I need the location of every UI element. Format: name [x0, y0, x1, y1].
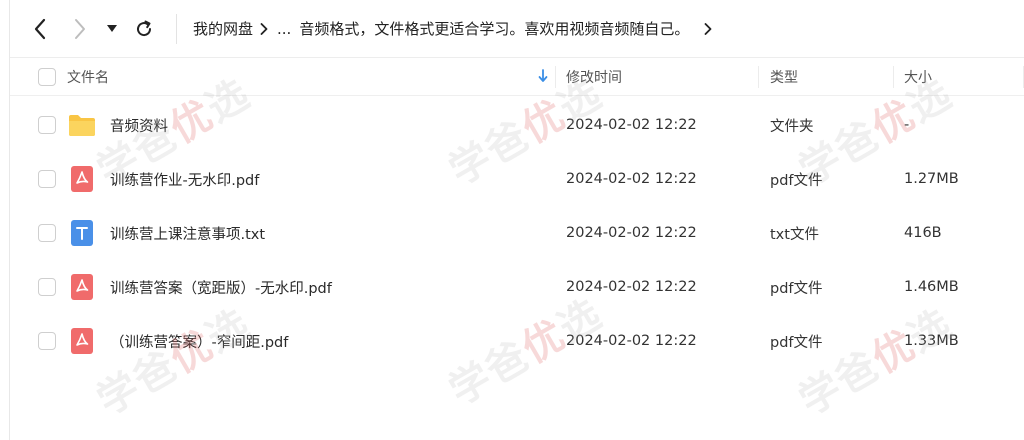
column-header-size-label: 大小	[904, 69, 932, 86]
breadcrumb-chevron-icon	[253, 22, 275, 35]
column-header-name-label: 文件名	[67, 69, 109, 86]
file-size: 416B	[904, 225, 942, 241]
pdf-icon	[68, 327, 96, 355]
file-name: 训练营上课注意事项.txt	[110, 226, 266, 243]
pdf-icon	[68, 165, 96, 193]
breadcrumb-root[interactable]: 我的网盘	[193, 18, 253, 39]
column-header-modified[interactable]: 修改时间	[556, 58, 759, 96]
select-all-checkbox[interactable]	[38, 67, 56, 86]
column-header-type-label: 类型	[770, 69, 798, 86]
navigation-bar: 我的网盘 ... 音频格式，文件格式更适合学习。喜欢用视频音频随自己。	[10, 0, 1024, 58]
file-name-cell[interactable]: 音频资料	[56, 111, 556, 139]
file-type: 文件夹	[770, 118, 814, 135]
chevron-right-icon	[75, 18, 85, 39]
file-type: pdf文件	[770, 334, 823, 351]
row-checkbox[interactable]	[38, 170, 56, 188]
row-checkbox[interactable]	[38, 116, 56, 134]
table-row[interactable]: （训练营答案）-窄间距.pdf 2024-02-02 12:22 pdf文件 1…	[10, 314, 1024, 368]
forward-button[interactable]	[60, 9, 100, 49]
row-check-cell	[10, 278, 56, 296]
column-header-name[interactable]: 文件名	[56, 58, 556, 96]
modified-time: 2024-02-02 12:22	[566, 171, 697, 187]
table-row[interactable]: 音频资料 2024-02-02 12:22 文件夹 -	[10, 98, 1024, 152]
breadcrumb-ellipsis[interactable]: ...	[277, 20, 291, 38]
caret-down-icon	[107, 24, 117, 32]
table-row[interactable]: 训练营作业-无水印.pdf 2024-02-02 12:22 pdf文件 1.2…	[10, 152, 1024, 206]
file-type: pdf文件	[770, 280, 823, 297]
refresh-icon	[137, 20, 152, 36]
modified-time: 2024-02-02 12:22	[566, 333, 697, 349]
txt-icon	[68, 219, 96, 247]
row-checkbox[interactable]	[38, 224, 56, 242]
file-name: （训练营答案）-窄间距.pdf	[110, 334, 289, 351]
file-size: 1.46MB	[904, 279, 959, 295]
file-name: 训练营答案（宽距版）-无水印.pdf	[110, 280, 332, 297]
file-name-cell[interactable]: 训练营作业-无水印.pdf	[56, 165, 556, 193]
table-row[interactable]: 训练营上课注意事项.txt 2024-02-02 12:22 txt文件 416…	[10, 206, 1024, 260]
breadcrumb: 我的网盘 ... 音频格式，文件格式更适合学习。喜欢用视频音频随自己。	[193, 18, 719, 39]
select-all-cell	[10, 58, 56, 96]
back-button[interactable]	[20, 9, 60, 49]
file-size: -	[904, 117, 910, 133]
row-check-cell	[10, 224, 56, 242]
row-check-cell	[10, 170, 56, 188]
file-name-cell[interactable]: 训练营上课注意事项.txt	[56, 219, 556, 247]
row-checkbox[interactable]	[38, 278, 56, 296]
file-size: 1.27MB	[904, 171, 959, 187]
table-row[interactable]: 训练营答案（宽距版）-无水印.pdf 2024-02-02 12:22 pdf文…	[10, 260, 1024, 314]
row-checkbox[interactable]	[38, 332, 56, 350]
file-type: txt文件	[770, 226, 819, 243]
nav-divider	[176, 13, 177, 44]
folder-icon	[68, 111, 96, 139]
file-name: 音频资料	[110, 118, 168, 135]
column-header-type[interactable]: 类型	[759, 58, 894, 96]
file-type: pdf文件	[770, 172, 823, 189]
row-check-cell	[10, 332, 56, 350]
row-check-cell	[10, 116, 56, 134]
column-header-size[interactable]: 大小	[894, 58, 1024, 96]
refresh-button[interactable]	[124, 9, 164, 49]
sort-descending-icon[interactable]	[538, 68, 548, 87]
file-list: 音频资料 2024-02-02 12:22 文件夹 - 训练营作业-无水印.pd…	[10, 98, 1024, 368]
file-size: 1.33MB	[904, 333, 959, 349]
history-dropdown-button[interactable]	[100, 9, 124, 49]
file-name-cell[interactable]: （训练营答案）-窄间距.pdf	[56, 327, 556, 355]
modified-time: 2024-02-02 12:22	[566, 117, 697, 133]
file-name-cell[interactable]: 训练营答案（宽距版）-无水印.pdf	[56, 273, 556, 301]
file-table-header: 文件名 修改时间 类型 大小	[10, 58, 1024, 96]
modified-time: 2024-02-02 12:22	[566, 225, 697, 241]
file-name: 训练营作业-无水印.pdf	[110, 172, 260, 189]
breadcrumb-expand-chevron-icon[interactable]	[697, 22, 719, 35]
modified-time: 2024-02-02 12:22	[566, 279, 697, 295]
chevron-left-icon	[34, 18, 46, 39]
pdf-icon	[68, 273, 96, 301]
column-header-modified-label: 修改时间	[566, 69, 622, 86]
breadcrumb-current[interactable]: 音频格式，文件格式更适合学习。喜欢用视频音频随自己。	[299, 18, 689, 39]
